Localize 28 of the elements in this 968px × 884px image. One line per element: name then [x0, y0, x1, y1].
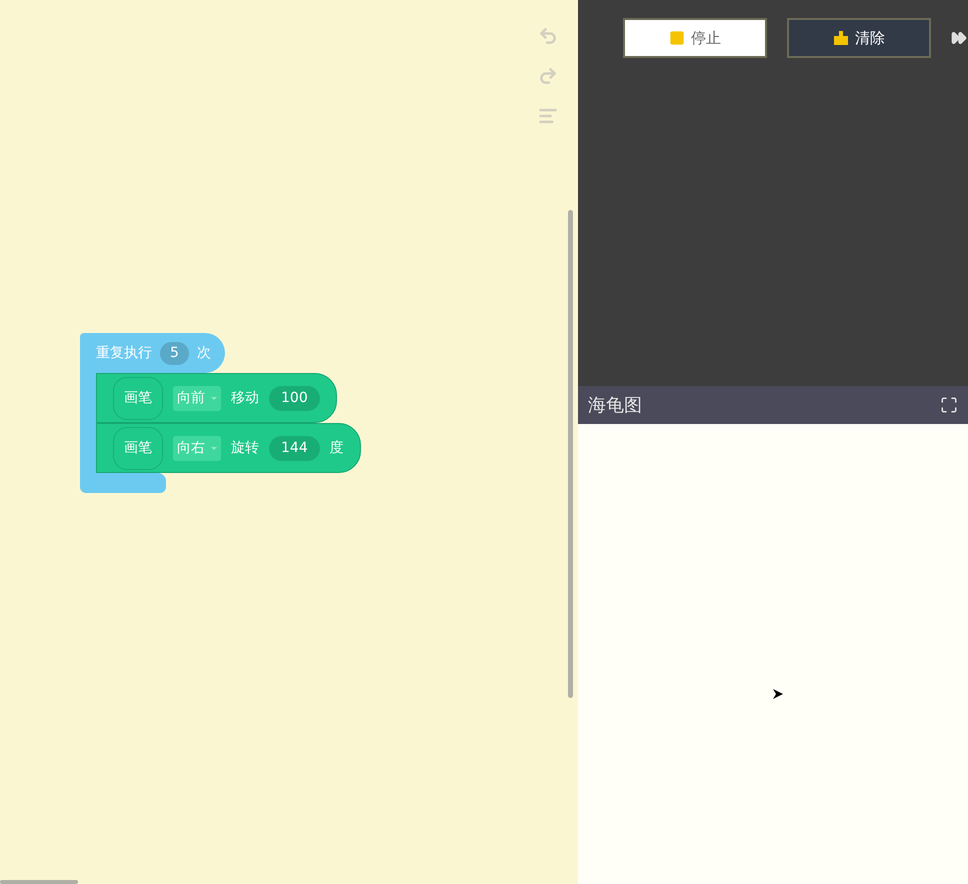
fullscreen-icon[interactable] [940, 396, 958, 414]
pen-label: 画笔 [113, 426, 163, 470]
undo-icon[interactable] [538, 26, 558, 46]
action-label: 移动 [231, 388, 259, 408]
scrollbar[interactable] [0, 880, 78, 884]
action-label: 旋转 [231, 438, 259, 458]
redo-icon[interactable] [538, 66, 558, 86]
fast-forward-icon[interactable] [951, 30, 967, 46]
stop-button[interactable]: 停止 [623, 18, 767, 58]
unit-label: 度 [330, 438, 344, 458]
align-icon[interactable] [538, 106, 558, 126]
clear-button[interactable]: 清除 [787, 18, 931, 58]
pen-label: 画笔 [113, 376, 163, 420]
scrollbar[interactable] [568, 210, 573, 698]
value-field[interactable]: 144 [269, 436, 320, 460]
panel-title: 海龟图 [588, 394, 642, 418]
direction-dropdown[interactable]: 向前 [173, 386, 221, 410]
count-field[interactable]: 5 [160, 342, 189, 364]
broom-icon [833, 30, 849, 46]
direction-dropdown[interactable]: 向右 [173, 436, 221, 460]
pen-block[interactable]: 画笔 向前 移动 100 [96, 373, 337, 423]
unit-label: 次 [196, 344, 211, 362]
repeat-block-header[interactable]: 重复执行 5 次 [80, 333, 225, 373]
pen-block[interactable]: 画笔 向右 旋转 144 度 [96, 423, 361, 473]
value-field[interactable]: 100 [269, 386, 320, 410]
turtle-icon [772, 688, 784, 700]
repeat-label: 重复执行 [96, 344, 152, 362]
stop-icon [669, 30, 685, 46]
